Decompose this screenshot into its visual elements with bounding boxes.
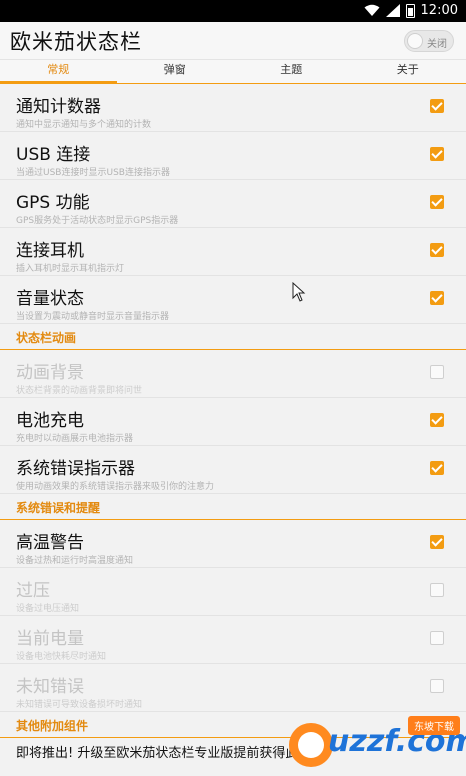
checkbox-unchecked xyxy=(430,679,444,693)
checkbox-unchecked xyxy=(430,583,444,597)
setting-high-temperature[interactable]: 高温警告 设备过热和运行时高温度通知 xyxy=(0,520,466,568)
wifi-icon xyxy=(364,4,380,16)
setting-subtitle: 状态栏背景的动画背景即将问世 xyxy=(16,386,143,396)
setting-title: USB 连接 xyxy=(16,145,91,165)
status-icons: 12:00 xyxy=(364,3,458,18)
setting-volume-state[interactable]: 音量状态 当设置为震动或静音时显示音量指示器 xyxy=(0,276,466,324)
setting-subtitle: 设备过电压通知 xyxy=(16,604,80,614)
setting-title: 音量状态 xyxy=(16,289,84,309)
setting-subtitle: 充电时以动画展示电池指示器 xyxy=(16,434,134,444)
section-title: 系统错误和提醒 xyxy=(16,501,101,515)
watermark-badge: 东坡下载 xyxy=(408,716,460,735)
toggle-knob xyxy=(407,33,423,49)
setting-overvoltage: 过压 设备过电压通知 xyxy=(0,568,466,616)
checkbox-checked[interactable] xyxy=(430,413,444,427)
section-header-animation: 状态栏动画 xyxy=(0,324,466,350)
setting-subtitle: 通知中显示通知与多个通知的计数 xyxy=(16,120,152,130)
system-status-bar: 12:00 xyxy=(0,0,466,22)
setting-title: GPS 功能 xyxy=(16,193,90,213)
tab-bar: 常规 弹窗 主题 关于 xyxy=(0,60,466,84)
checkbox-checked[interactable] xyxy=(430,99,444,113)
checkbox-unchecked xyxy=(430,365,444,379)
tab-popup[interactable]: 弹窗 xyxy=(117,60,234,84)
setting-title: 通知计数器 xyxy=(16,97,101,117)
setting-unknown-error: 未知错误 未知错误可导致设备损坏时通知 xyxy=(0,664,466,712)
watermark: uzzf.com 东坡下载 xyxy=(280,714,466,776)
checkbox-checked[interactable] xyxy=(430,535,444,549)
setting-title: 当前电量 xyxy=(16,629,84,649)
tab-general[interactable]: 常规 xyxy=(0,60,117,84)
setting-subtitle: 使用动画效果的系统错误指示器来吸引你的注意力 xyxy=(16,482,215,492)
setting-animated-background: 动画背景 状态栏背景的动画背景即将问世 xyxy=(0,350,466,398)
checkbox-checked[interactable] xyxy=(430,243,444,257)
setting-title: 未知错误 xyxy=(16,677,84,697)
setting-gps[interactable]: GPS 功能 GPS服务处于活动状态时显示GPS指示器 xyxy=(0,180,466,228)
setting-title: 连接耳机 xyxy=(16,241,84,261)
setting-usb-connection[interactable]: USB 连接 当通过USB连接时显示USB连接指示器 xyxy=(0,132,466,180)
app-bar: 欧米茄状态栏 关闭 xyxy=(0,22,466,60)
setting-notification-counter[interactable]: 通知计数器 通知中显示通知与多个通知的计数 xyxy=(0,84,466,132)
setting-subtitle: 当通过USB连接时显示USB连接指示器 xyxy=(16,168,170,178)
setting-battery-charging[interactable]: 电池充电 充电时以动画展示电池指示器 xyxy=(0,398,466,446)
setting-title: 系统错误指示器 xyxy=(16,459,135,479)
setting-subtitle: GPS服务处于活动状态时显示GPS指示器 xyxy=(16,216,179,226)
app-title: 欧米茄状态栏 xyxy=(10,30,142,54)
setting-current-battery: 当前电量 设备电池快耗尽时通知 xyxy=(0,616,466,664)
section-title: 状态栏动画 xyxy=(16,331,77,345)
setting-subtitle: 当设置为震动或静音时显示音量指示器 xyxy=(16,312,170,322)
settings-list: 通知计数器 通知中显示通知与多个通知的计数 USB 连接 当通过USB连接时显示… xyxy=(0,84,466,764)
clock: 12:00 xyxy=(420,3,458,18)
battery-icon xyxy=(405,3,415,18)
checkbox-checked[interactable] xyxy=(430,461,444,475)
setting-subtitle: 未知错误可导致设备损坏时通知 xyxy=(16,700,143,710)
setting-title: 电池充电 xyxy=(16,411,84,431)
setting-subtitle: 插入耳机时显示耳机指示灯 xyxy=(16,264,125,274)
section-header-alerts: 系统错误和提醒 xyxy=(0,494,466,520)
mouse-cursor-icon xyxy=(292,282,306,302)
setting-title: 过压 xyxy=(16,581,50,601)
signal-icon xyxy=(385,4,400,17)
tab-about[interactable]: 关于 xyxy=(350,60,466,84)
checkbox-checked[interactable] xyxy=(430,195,444,209)
checkbox-checked[interactable] xyxy=(430,291,444,305)
setting-title: 动画背景 xyxy=(16,363,84,383)
toggle-label: 关闭 xyxy=(427,39,447,50)
setting-subtitle: 设备电池快耗尽时通知 xyxy=(16,652,107,662)
tab-theme[interactable]: 主题 xyxy=(233,60,350,84)
setting-headset[interactable]: 连接耳机 插入耳机时显示耳机指示灯 xyxy=(0,228,466,276)
setting-subtitle: 设备过热和运行时高温度通知 xyxy=(16,556,134,566)
setting-title: 高温警告 xyxy=(16,533,84,553)
section-title: 其他附加组件 xyxy=(16,719,89,733)
checkbox-checked[interactable] xyxy=(430,147,444,161)
setting-system-error-indicator[interactable]: 系统错误指示器 使用动画效果的系统错误指示器来吸引你的注意力 xyxy=(0,446,466,494)
master-toggle[interactable]: 关闭 xyxy=(404,30,454,52)
checkbox-unchecked xyxy=(430,631,444,645)
